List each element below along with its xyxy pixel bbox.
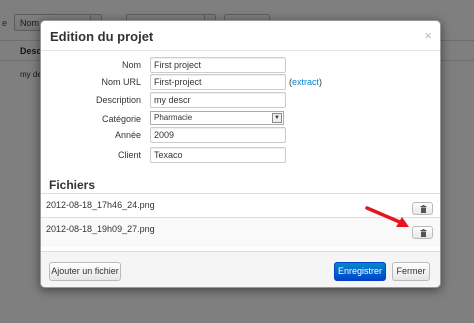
description-input[interactable]: my descr xyxy=(150,92,286,108)
field-row-categorie: Catégorie Pharmacie ▼ xyxy=(41,111,440,127)
modal-footer: Ajouter un fichier Enregistrer Fermer xyxy=(41,251,440,287)
annotation-arrow-icon xyxy=(365,206,409,227)
delete-file-button[interactable] xyxy=(412,226,433,239)
categorie-select-value: Pharmacie xyxy=(154,113,193,122)
categorie-select[interactable]: Pharmacie ▼ xyxy=(150,111,284,125)
field-row-nom-url: Nom URL First-project (extract) xyxy=(41,74,440,90)
field-label-annee: Année xyxy=(114,130,141,140)
field-label-description: Description xyxy=(95,95,141,105)
extract-link[interactable]: extract xyxy=(292,77,319,87)
files-section-title: Fichiers xyxy=(49,178,96,192)
field-row-annee: Année 2009 xyxy=(41,127,440,143)
chevron-down-icon: ▼ xyxy=(272,113,282,123)
field-row-client: Client Texaco xyxy=(41,147,440,163)
field-label-categorie: Catégorie xyxy=(101,114,141,124)
extract-link-wrapper: (extract) xyxy=(289,77,322,87)
trash-icon xyxy=(420,205,427,213)
field-label-client: Client xyxy=(117,150,141,160)
save-button[interactable]: Enregistrer xyxy=(334,262,386,281)
modal-title: Edition du projet xyxy=(50,29,154,44)
file-name: 2012-08-18_19h09_27.png xyxy=(46,224,155,234)
modal-header: Edition du projet × xyxy=(41,21,440,51)
delete-file-button[interactable] xyxy=(412,202,433,215)
client-input[interactable]: Texaco xyxy=(150,147,286,163)
field-row-description: Description my descr xyxy=(41,92,440,108)
annee-input[interactable]: 2009 xyxy=(150,127,286,143)
nom-input[interactable]: First project xyxy=(150,57,286,73)
edit-project-modal: Edition du projet × Nom First project No… xyxy=(40,20,441,288)
field-label-nom: Nom xyxy=(121,60,141,70)
close-icon[interactable]: × xyxy=(424,29,432,42)
trash-icon xyxy=(420,229,427,237)
add-file-button[interactable]: Ajouter un fichier xyxy=(49,262,121,281)
field-row-nom: Nom First project xyxy=(41,57,440,73)
field-label-nom-url: Nom URL xyxy=(101,77,141,87)
close-button[interactable]: Fermer xyxy=(392,262,430,281)
nom-url-input[interactable]: First-project xyxy=(150,74,286,90)
paren-close: ) xyxy=(319,77,323,87)
file-name: 2012-08-18_17h46_24.png xyxy=(46,200,155,210)
